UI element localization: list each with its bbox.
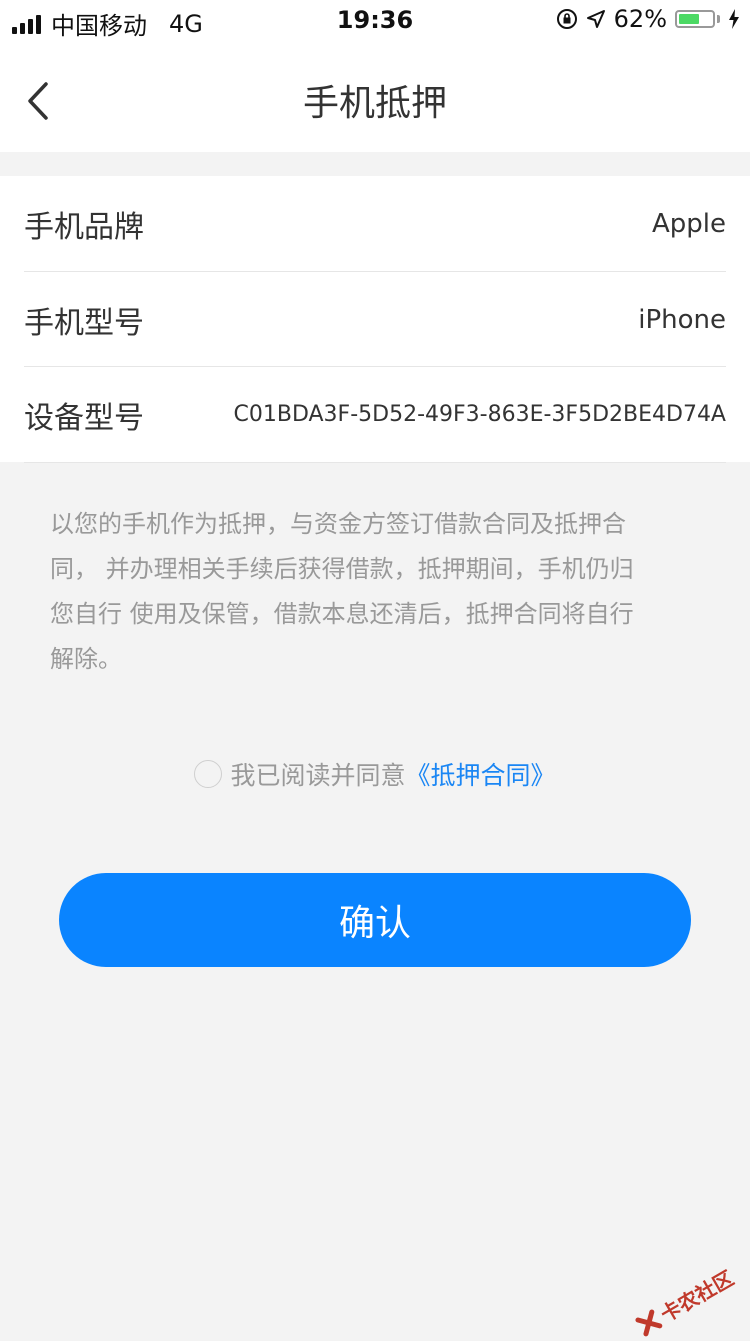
battery-level bbox=[679, 14, 699, 24]
notice-line: 您自行 使用及保管，借款本息还清后，抵押合同将自行 bbox=[50, 600, 634, 628]
battery-nub bbox=[717, 15, 720, 23]
contract-link[interactable]: 《抵押合同》 bbox=[406, 756, 556, 792]
confirm-button[interactable]: 确认 bbox=[59, 873, 691, 967]
notice-line: 以您的手机作为抵押，与资金方签订借款合同及抵押合 bbox=[50, 510, 626, 538]
notice-line: 解除。 bbox=[50, 645, 122, 673]
orientation-lock-icon bbox=[556, 9, 577, 29]
location-icon bbox=[586, 10, 605, 28]
mortgage-notice: 以您的手机作为抵押，与资金方签订借款合同及抵押合 同， 并办理相关手续后获得借款… bbox=[50, 502, 700, 682]
agreement-row: 我已阅读并同意 《抵押合同》 bbox=[0, 752, 750, 796]
battery-percent: 62% bbox=[613, 5, 667, 33]
info-label-model: 手机型号 bbox=[24, 305, 144, 341]
agreement-text: 我已阅读并同意 bbox=[230, 761, 406, 790]
info-value-device-id: C01BDA3F-5D52-49F3-863E-3F5D2BE4D74A bbox=[233, 402, 727, 427]
status-bar: 中国移动 4G 19:36 62% bbox=[0, 0, 750, 40]
info-label-brand: 手机品牌 bbox=[24, 209, 144, 245]
info-row-model: 手机型号 iPhone bbox=[24, 271, 726, 367]
info-value-model: iPhone bbox=[638, 304, 726, 335]
notice-line: 同， 并办理相关手续后获得借款，抵押期间，手机仍归 bbox=[50, 555, 634, 583]
battery-icon bbox=[675, 10, 715, 28]
info-row-device-id: 设备型号 C01BDA3F-5D52-49F3-863E-3F5D2BE4D74… bbox=[24, 366, 726, 462]
nav-bar: 手机抵押 bbox=[0, 40, 750, 152]
info-row-brand: 手机品牌 Apple bbox=[24, 176, 726, 271]
info-value-brand: Apple bbox=[651, 208, 726, 239]
agreement-checkbox[interactable] bbox=[194, 760, 223, 788]
list-divider bbox=[24, 462, 726, 463]
status-bar-right: 62% bbox=[556, 5, 740, 33]
info-label-device-id: 设备型号 bbox=[24, 400, 144, 436]
device-info-list: 手机品牌 Apple 手机型号 iPhone 设备型号 C01BDA3F-5D5… bbox=[0, 176, 750, 462]
watermark-text: 卡农社区 bbox=[656, 1265, 738, 1327]
charging-bolt-icon bbox=[729, 9, 739, 29]
page-title: 手机抵押 bbox=[302, 83, 447, 124]
watermark-logo: 卡农社区 bbox=[632, 1262, 738, 1340]
